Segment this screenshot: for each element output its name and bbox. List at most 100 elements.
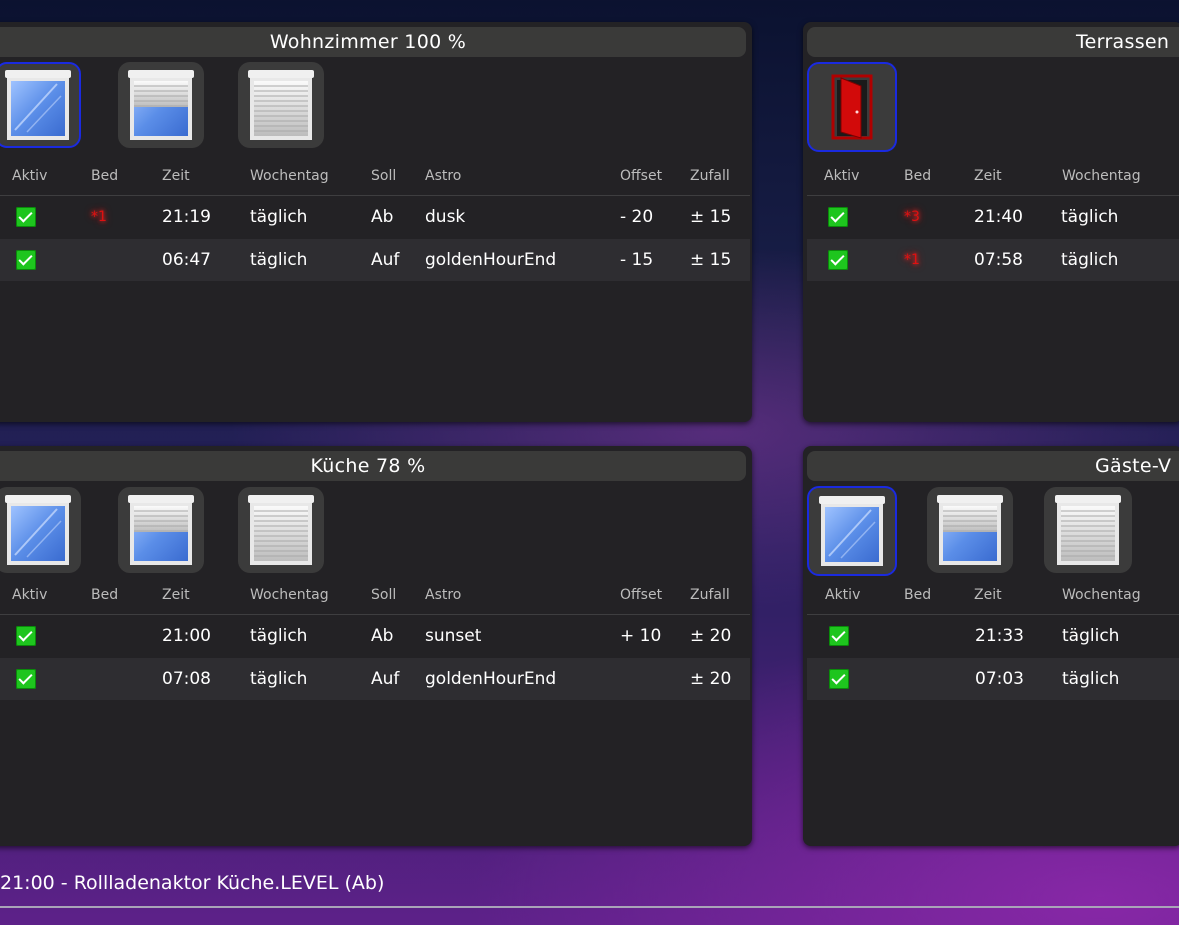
soll-value: Auf <box>371 250 400 270</box>
window-open-icon <box>819 496 885 566</box>
table-row[interactable]: *1 21:19 täglich Ab dusk - 20 ± 15 <box>0 196 750 238</box>
panel-kueche: Küche 78 % Aktiv Bed Zeit Wochentag Soll… <box>0 446 752 846</box>
header-zeit: Zeit <box>974 168 1002 184</box>
astro-value: goldenHourEnd <box>425 250 557 270</box>
door-open-button[interactable] <box>807 62 897 152</box>
header-soll: Soll <box>371 168 397 184</box>
offset-value: - 20 <box>620 207 654 227</box>
soll-value: Auf <box>371 669 400 689</box>
shutter-closed-icon <box>248 495 314 565</box>
astro-value: goldenHourEnd <box>425 669 557 689</box>
bed-marker: *1 <box>904 252 920 268</box>
header-aktiv: Aktiv <box>12 587 48 603</box>
panel-wohnzimmer: Wohnzimmer 100 % Aktiv Bed Zeit Wochenta… <box>0 22 752 422</box>
window-open-icon <box>5 495 71 565</box>
bed-marker: *1 <box>91 209 107 225</box>
table-header: Aktiv Bed Zeit Wochentag Soll Astro Offs… <box>0 168 750 188</box>
aktiv-checkbox[interactable] <box>828 207 848 227</box>
table-row[interactable]: *1 07:58 täglich <box>807 239 1179 281</box>
table-row[interactable]: 06:47 täglich Auf goldenHourEnd - 15 ± 1… <box>0 239 750 281</box>
wochentag-value: täglich <box>250 250 308 270</box>
panel-gaeste: Gäste-V Aktiv Bed Zeit Wochentag 21:33 t… <box>803 446 1179 846</box>
header-bed: Bed <box>904 587 932 603</box>
zufall-value: ± 20 <box>690 669 732 689</box>
window-half-button[interactable] <box>927 487 1013 573</box>
zufall-value: ± 15 <box>690 250 732 270</box>
astro-value: sunset <box>425 626 482 646</box>
header-astro: Astro <box>425 587 462 603</box>
window-half-button[interactable] <box>118 62 204 148</box>
header-zufall: Zufall <box>690 168 730 184</box>
header-bed: Bed <box>91 587 119 603</box>
zufall-value: ± 20 <box>690 626 732 646</box>
panel-title: Wohnzimmer 100 % <box>0 27 746 57</box>
wochentag-value: täglich <box>250 207 308 227</box>
header-aktiv: Aktiv <box>824 168 860 184</box>
window-open-button[interactable] <box>0 487 81 573</box>
header-zeit: Zeit <box>162 587 190 603</box>
wochentag-value: täglich <box>1061 207 1119 227</box>
table-row[interactable]: 21:00 täglich Ab sunset + 10 ± 20 <box>0 615 750 657</box>
zeit-value: 21:33 <box>975 626 1024 646</box>
wochentag-value: täglich <box>250 669 308 689</box>
zufall-value: ± 15 <box>690 207 732 227</box>
table-header: Aktiv Bed Zeit Wochentag <box>803 587 1179 607</box>
aktiv-checkbox[interactable] <box>828 250 848 270</box>
aktiv-checkbox[interactable] <box>16 669 36 689</box>
header-wochentag: Wochentag <box>1062 587 1141 603</box>
header-zufall: Zufall <box>690 587 730 603</box>
aktiv-checkbox[interactable] <box>16 626 36 646</box>
header-wochentag: Wochentag <box>250 168 329 184</box>
window-closed-button[interactable] <box>238 62 324 148</box>
header-bed: Bed <box>91 168 119 184</box>
window-half-button[interactable] <box>118 487 204 573</box>
shutter-half-icon <box>128 70 194 140</box>
panel-title: Gäste-V <box>807 451 1179 481</box>
shutter-closed-icon <box>1055 495 1121 565</box>
header-zeit: Zeit <box>974 587 1002 603</box>
zeit-value: 21:19 <box>162 207 211 227</box>
header-bed: Bed <box>904 168 932 184</box>
table-row[interactable]: 07:08 täglich Auf goldenHourEnd ± 20 <box>0 658 750 700</box>
offset-value: + 10 <box>620 626 662 646</box>
window-closed-button[interactable] <box>238 487 324 573</box>
wochentag-value: täglich <box>250 626 308 646</box>
table-row[interactable]: 07:03 täglich <box>807 658 1179 700</box>
header-offset: Offset <box>620 168 663 184</box>
aktiv-checkbox[interactable] <box>16 250 36 270</box>
wochentag-value: täglich <box>1062 669 1120 689</box>
table-row[interactable]: *3 21:40 täglich <box>807 196 1179 238</box>
header-wochentag: Wochentag <box>250 587 329 603</box>
shutter-half-icon <box>937 495 1003 565</box>
zeit-value: 07:03 <box>975 669 1024 689</box>
window-closed-button[interactable] <box>1044 487 1132 573</box>
panel-terrassen: Terrassen Aktiv Bed Zeit Wochentag *3 21… <box>803 22 1179 422</box>
header-soll: Soll <box>371 587 397 603</box>
zeit-value: 06:47 <box>162 250 211 270</box>
header-offset: Offset <box>620 587 663 603</box>
wochentag-value: täglich <box>1062 626 1120 646</box>
panel-title: Terrassen <box>807 27 1179 57</box>
door-open-icon <box>827 72 877 142</box>
aktiv-checkbox[interactable] <box>16 207 36 227</box>
shutter-closed-icon <box>248 70 314 140</box>
aktiv-checkbox[interactable] <box>829 669 849 689</box>
table-row[interactable]: 21:33 täglich <box>807 615 1179 657</box>
window-open-button[interactable] <box>807 486 897 576</box>
table-header: Aktiv Bed Zeit Wochentag <box>803 168 1179 188</box>
window-open-button[interactable] <box>0 62 81 148</box>
aktiv-checkbox[interactable] <box>829 626 849 646</box>
panel-title: Küche 78 % <box>0 451 746 481</box>
panel-title-text: Gäste-V <box>1095 455 1172 477</box>
header-aktiv: Aktiv <box>825 587 861 603</box>
soll-value: Ab <box>371 626 394 646</box>
bed-marker: *3 <box>904 209 920 225</box>
zeit-value: 21:00 <box>162 626 211 646</box>
zeit-value: 07:08 <box>162 669 211 689</box>
header-wochentag: Wochentag <box>1062 168 1141 184</box>
zeit-value: 07:58 <box>974 250 1023 270</box>
status-message: 21:00 - Rollladenaktor Küche.LEVEL (Ab) <box>0 872 385 894</box>
soll-value: Ab <box>371 207 394 227</box>
table-header: Aktiv Bed Zeit Wochentag Soll Astro Offs… <box>0 587 750 607</box>
header-astro: Astro <box>425 168 462 184</box>
